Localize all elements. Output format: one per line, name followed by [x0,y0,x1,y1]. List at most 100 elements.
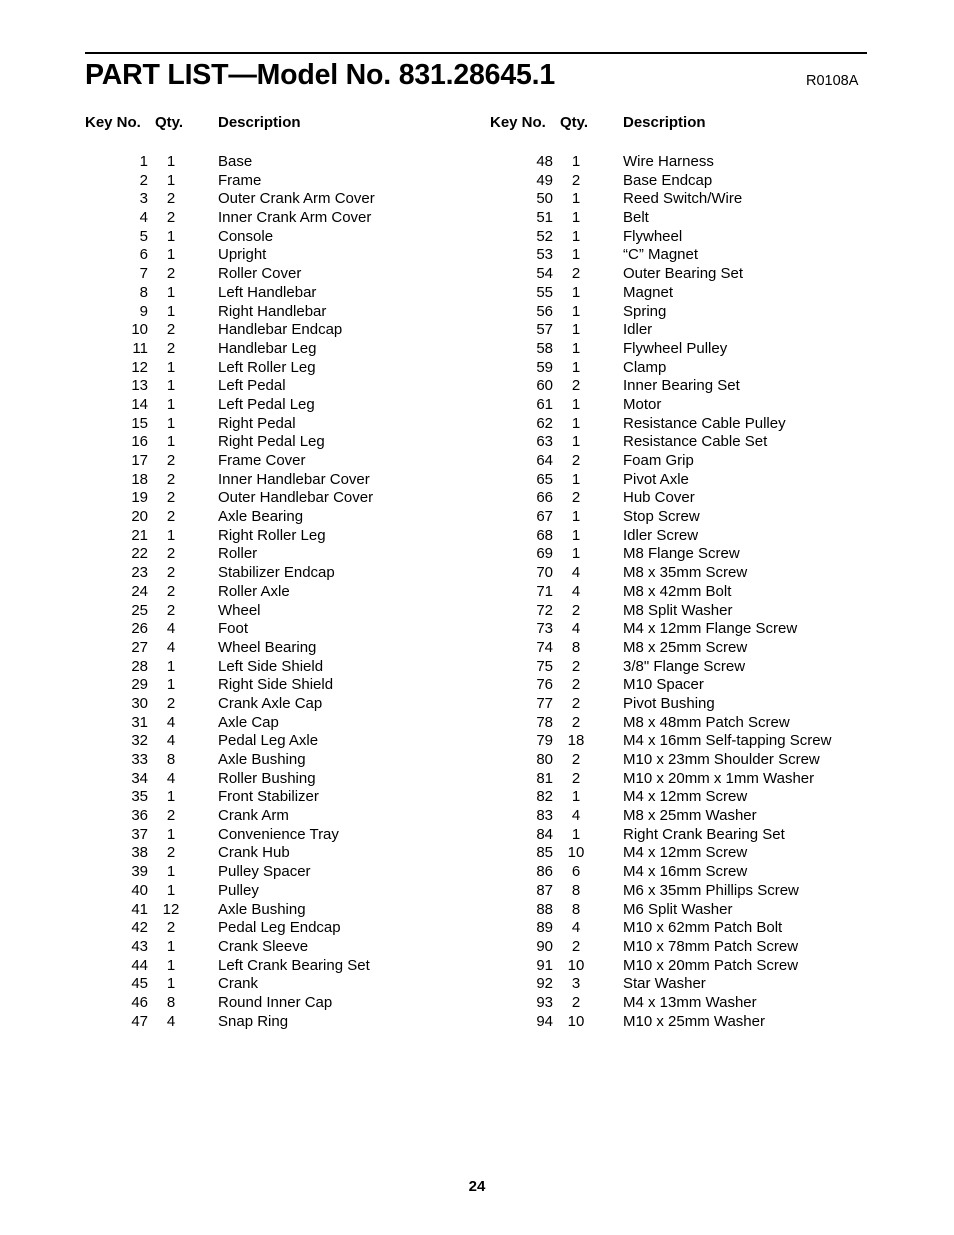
part-quantity: 8 [571,881,581,899]
part-quantity: 2 [166,339,176,357]
part-row: 18 2 Inner Handlebar Cover [85,471,485,490]
part-quantity: 2 [571,657,581,675]
part-row: 2 1 Frame [85,172,485,191]
part-description: Wire Harness [623,153,714,170]
part-quantity: 1 [166,863,176,881]
part-description: Idler [623,321,653,339]
part-quantity: 2 [571,601,581,619]
part-key-number: 73 [536,620,553,638]
part-description: Frame [218,171,262,189]
part-key-number: 69 [536,545,553,563]
part-quantity: 1 [571,825,581,843]
part-row: 32 4 Pedal Leg Axle [85,732,485,751]
part-key-number: 65 [536,470,553,488]
part-key-number: 41 [131,900,148,918]
part-description: Right Side Shield [218,676,334,694]
part-key-number: 63 [536,433,553,451]
part-quantity: 1 [571,414,581,432]
part-description: Left Roller Leg [218,358,316,376]
part-description: M10 x 25mm Washer [623,1012,765,1030]
part-quantity: 10 [567,1012,585,1030]
part-description: M6 x 35mm Phillips Screw [623,881,799,899]
part-key-number: 38 [131,844,148,862]
part-row: 53 1 “C” Magnet [490,246,910,265]
part-row: 54 2 Outer Bearing Set [490,265,910,284]
part-quantity: 1 [166,246,176,264]
part-row: 23 2 Stabilizer Endcap [85,564,485,583]
part-quantity: 2 [166,545,176,563]
part-row: 47 4 Snap Ring [85,1013,485,1032]
part-row: 43 1 Crank Sleeve [85,938,485,957]
part-row: 82 1 M4 x 12mm Screw [490,788,910,807]
part-key-number: 40 [131,881,148,899]
part-row: 91 10 M10 x 20mm Patch Screw [490,957,910,976]
part-row: 16 1 Right Pedal Leg [85,433,485,452]
part-description: Inner Bearing Set [623,377,740,395]
part-quantity: 1 [166,283,176,301]
part-row: 3 2 Outer Crank Arm Cover [85,190,485,209]
part-key-number: 15 [131,414,148,432]
part-quantity: 1 [166,395,176,413]
part-row: 15 1 Right Pedal [85,415,485,434]
part-quantity: 2 [166,321,176,339]
header-qty-left: Qty. [155,114,184,131]
part-row: 60 2 Inner Bearing Set [490,377,910,396]
part-description: Inner Handlebar Cover [218,470,370,488]
part-row: 66 2 Hub Cover [490,489,910,508]
part-quantity: 4 [571,582,581,600]
part-description: Right Roller Leg [218,526,326,544]
part-quantity: 1 [166,171,176,189]
part-key-number: 31 [131,713,148,731]
part-description: Snap Ring [218,1012,289,1030]
part-description: Left Pedal [218,377,286,395]
part-quantity: 1 [166,956,176,974]
part-key-number: 19 [131,489,148,507]
part-row: 72 2 M8 Split Washer [490,602,910,621]
part-row: 90 2 M10 x 78mm Patch Screw [490,938,910,957]
part-description: Console [218,227,274,245]
part-key-number: 57 [536,321,553,339]
part-key-number: 64 [536,452,553,469]
part-key-number: 48 [536,153,553,170]
part-key-number: 93 [536,993,553,1011]
part-key-number: 56 [536,302,553,320]
header-description-right: Description [623,114,706,131]
part-row: 5 1 Console [85,228,485,247]
part-key-number: 45 [131,975,148,993]
part-key-number: 50 [536,190,553,208]
part-row: 85 10 M4 x 12mm Screw [490,844,910,863]
part-description: Outer Crank Arm Cover [218,190,375,208]
part-row: 37 1 Convenience Tray [85,826,485,845]
part-key-number: 70 [536,564,553,582]
part-quantity: 1 [166,676,176,694]
part-row: 84 1 Right Crank Bearing Set [490,826,910,845]
part-key-number: 24 [131,582,148,600]
part-description: Round Inner Cap [218,993,333,1011]
part-key-number: 44 [131,956,148,974]
part-row: 19 2 Outer Handlebar Cover [85,489,485,508]
part-key-number: 33 [131,751,148,768]
part-quantity: 2 [166,508,176,526]
part-key-number: 16 [131,433,148,451]
part-key-number: 21 [131,526,148,544]
part-description: Roller [218,545,258,563]
part-key-number: 54 [536,265,553,283]
part-quantity: 2 [166,694,176,712]
part-quantity: 1 [571,190,581,208]
part-quantity: 2 [166,564,176,582]
part-quantity: 2 [571,265,581,283]
part-quantity: 2 [571,171,581,189]
part-description: Right Pedal Leg [218,433,325,451]
part-description: M8 x 48mm Patch Screw [623,713,790,731]
parts-list-right-column: 48 1 Wire Harness 49 2 Base Endcap 50 1 Reed Swi… [490,153,910,1031]
part-quantity: 1 [571,470,581,488]
part-description: Crank Axle Cap [218,694,323,712]
part-description: M4 x 16mm Screw [623,863,748,881]
header-qty-right: Qty. [560,114,589,131]
part-row: 58 1 Flywheel Pulley [490,340,910,359]
part-key-number: 42 [131,919,148,937]
part-description: Outer Handlebar Cover [218,489,374,507]
part-description: Right Handlebar [218,302,327,320]
part-row: 55 1 Magnet [490,284,910,303]
part-key-number: 87 [536,881,553,899]
